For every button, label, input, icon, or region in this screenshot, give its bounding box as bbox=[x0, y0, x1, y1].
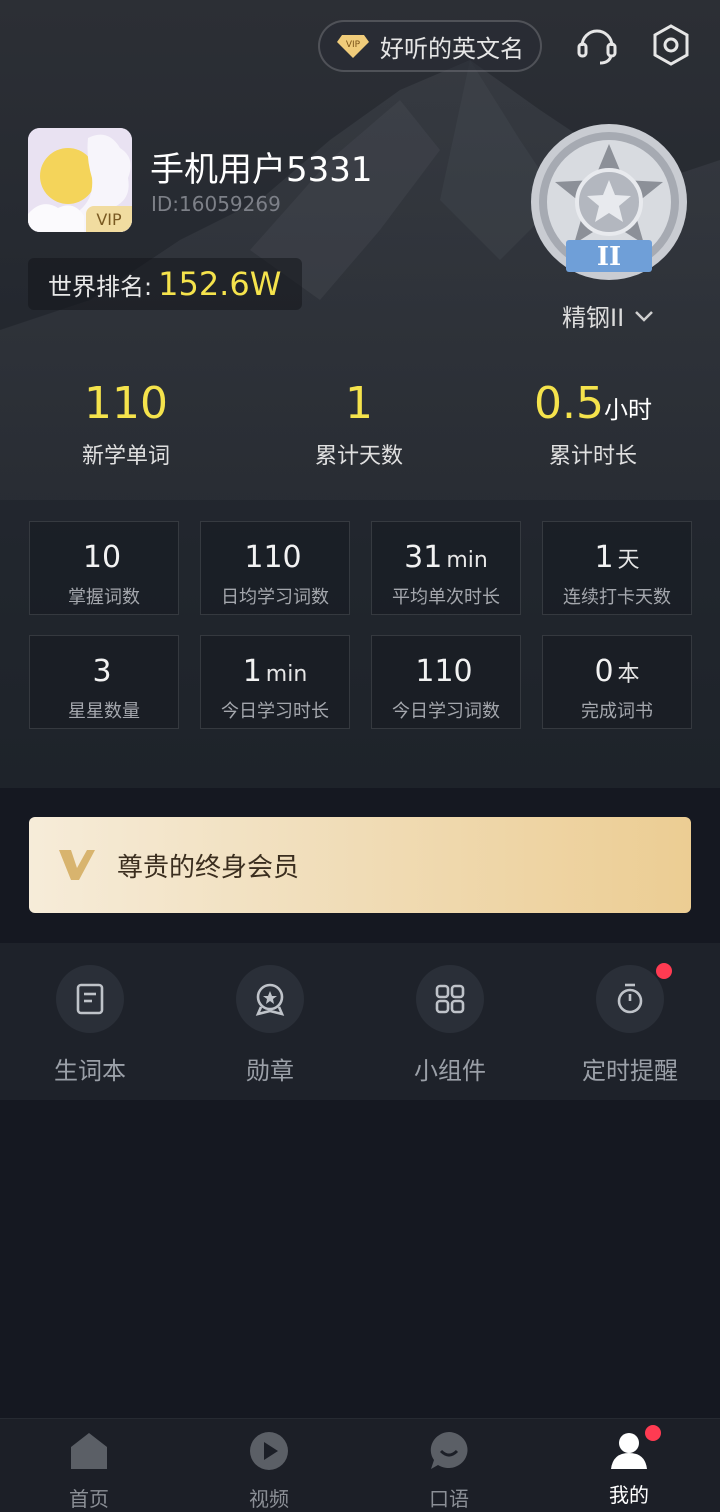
chevron-down-icon bbox=[635, 310, 654, 322]
chat-icon bbox=[430, 1432, 468, 1469]
tools-row: 生词本 勋章 小组件 定时提醒 bbox=[0, 943, 720, 1100]
timer-icon bbox=[617, 983, 643, 1014]
svg-text:II: II bbox=[597, 242, 621, 272]
nav-label: 口语 bbox=[429, 1487, 469, 1511]
stat-card-books-done: 0本 完成词书 bbox=[542, 635, 692, 729]
card-caption: 掌握词数 bbox=[68, 587, 140, 608]
stat-card-today-words: 110 今日学习词数 bbox=[371, 635, 521, 729]
card-caption: 日均学习词数 bbox=[221, 587, 329, 608]
card-value: 0 bbox=[594, 654, 614, 689]
stat-caption: 累计时长 bbox=[548, 444, 637, 469]
notification-dot bbox=[645, 1425, 661, 1441]
tool-label: 小组件 bbox=[414, 1057, 486, 1085]
notebook-icon bbox=[76, 983, 104, 1015]
nav-speaking[interactable]: 口语 bbox=[389, 1429, 509, 1512]
medal-icon bbox=[255, 983, 285, 1016]
svg-text:VIP: VIP bbox=[346, 40, 361, 50]
english-name-button[interactable]: VIP 好听的英文名 bbox=[318, 20, 542, 72]
stat-value: 1 bbox=[345, 378, 373, 429]
card-unit: 天 bbox=[617, 548, 640, 573]
tool-label: 定时提醒 bbox=[582, 1057, 678, 1085]
tool-vocabulary-book[interactable]: 生词本 bbox=[20, 965, 160, 1086]
username: 手机用户5331 bbox=[150, 150, 373, 190]
lifetime-member-banner[interactable]: 尊贵的终身会员 bbox=[29, 817, 691, 913]
badge-name: 精钢II bbox=[562, 304, 625, 332]
english-name-label: 好听的英文名 bbox=[380, 34, 524, 63]
card-value: 3 bbox=[92, 654, 112, 689]
vip-diamond-icon: VIP bbox=[337, 35, 369, 58]
card-caption: 星星数量 bbox=[68, 701, 140, 722]
tool-medals[interactable]: 勋章 bbox=[200, 965, 340, 1086]
nav-label: 首页 bbox=[69, 1487, 109, 1511]
world-rank[interactable]: 世界排名: 152.6W bbox=[28, 258, 302, 310]
profile-hero: VIP 好听的英文名 VIP 手机用户5331 ID:16059269 世界排名… bbox=[0, 0, 720, 788]
nav-label: 我的 bbox=[609, 1483, 649, 1507]
nav-profile[interactable]: 我的 bbox=[569, 1425, 689, 1508]
card-caption: 完成词书 bbox=[581, 701, 653, 722]
stat-card-streak: 1天 连续打卡天数 bbox=[542, 521, 692, 615]
card-value: 1 bbox=[594, 540, 614, 575]
notification-dot bbox=[656, 963, 672, 979]
summary-stats: 110 新学单词 1 累计天数 0.5小时 累计时长 bbox=[0, 376, 720, 472]
profile-icon-wrap bbox=[607, 1425, 661, 1473]
stat-total-time: 0.5小时 累计时长 bbox=[493, 376, 693, 470]
stat-value: 110 bbox=[84, 378, 168, 429]
card-value: 1 bbox=[242, 654, 262, 689]
card-caption: 平均单次时长 bbox=[392, 587, 500, 608]
badge-dropdown[interactable]: 精钢II bbox=[562, 298, 654, 333]
card-caption: 连续打卡天数 bbox=[563, 587, 671, 608]
profile-icon bbox=[611, 1433, 647, 1469]
video-icon bbox=[250, 1432, 288, 1470]
tool-label: 勋章 bbox=[246, 1057, 294, 1085]
stat-caption: 新学单词 bbox=[81, 444, 170, 469]
card-unit: min bbox=[265, 662, 308, 687]
home-icon bbox=[71, 1433, 107, 1469]
avatar[interactable]: VIP bbox=[28, 128, 132, 232]
card-caption: 今日学习时长 bbox=[221, 701, 329, 722]
world-rank-value: 152.6W bbox=[158, 265, 282, 303]
card-unit: min bbox=[446, 548, 488, 573]
settings-icon[interactable] bbox=[648, 22, 694, 68]
widgets-icon bbox=[435, 984, 465, 1014]
stat-card-mastered: 10 掌握词数 bbox=[29, 521, 179, 615]
stat-card-stars: 3 星星数量 bbox=[29, 635, 179, 729]
member-label: 尊贵的终身会员 bbox=[117, 852, 300, 883]
card-value: 110 bbox=[244, 540, 302, 575]
tool-timed-reminder[interactable]: 定时提醒 bbox=[560, 963, 700, 1086]
card-unit: 本 bbox=[617, 662, 640, 687]
stat-card-today-time: 1 min 今日学习时长 bbox=[200, 635, 350, 729]
avatar-vip-tag: VIP bbox=[86, 206, 132, 232]
user-id: ID:16059269 bbox=[151, 192, 281, 216]
stat-unit: 小时 bbox=[603, 396, 652, 424]
stat-value: 0.5 bbox=[534, 378, 604, 429]
world-rank-label: 世界排名: bbox=[48, 272, 153, 301]
card-value: 10 bbox=[82, 540, 122, 575]
stat-total-days: 1 累计天数 bbox=[259, 376, 459, 470]
stat-caption: 累计天数 bbox=[314, 444, 403, 469]
nav-label: 视频 bbox=[249, 1487, 289, 1511]
nav-home[interactable]: 首页 bbox=[29, 1429, 149, 1512]
stat-card-daily-avg: 110 日均学习词数 bbox=[200, 521, 350, 615]
tool-widgets[interactable]: 小组件 bbox=[380, 965, 520, 1086]
nav-video[interactable]: 视频 bbox=[209, 1429, 329, 1512]
stat-card-avg-session: 31 min 平均单次时长 bbox=[371, 521, 521, 615]
stat-new-words: 110 新学单词 bbox=[26, 376, 226, 470]
rank-badge-icon[interactable]: II bbox=[526, 122, 692, 288]
bottom-nav: 首页 视频 口语 我的 bbox=[0, 1418, 720, 1512]
card-value: 110 bbox=[415, 654, 473, 689]
vip-v-icon bbox=[59, 850, 95, 880]
card-caption: 今日学习词数 bbox=[392, 701, 500, 722]
tool-label: 生词本 bbox=[54, 1057, 126, 1085]
card-value: 31 bbox=[404, 540, 443, 575]
customer-service-icon[interactable] bbox=[574, 22, 620, 68]
